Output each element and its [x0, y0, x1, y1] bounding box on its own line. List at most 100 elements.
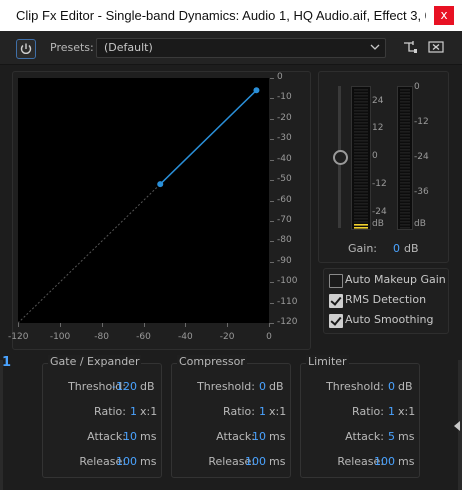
meter-segment [400, 176, 410, 178]
x-tick-mark [143, 323, 145, 327]
transfer-graph[interactable] [17, 78, 269, 324]
meter-segment [354, 218, 368, 220]
gain-tick-label: -24 [372, 207, 387, 217]
gain-value[interactable]: 0 [393, 242, 400, 255]
meter-segment [400, 146, 410, 148]
compressor-release-value[interactable]: 100 [229, 455, 266, 468]
meter-segment [354, 113, 368, 115]
curve-control-point[interactable] [253, 87, 260, 94]
meter-segment [400, 98, 410, 100]
power-button[interactable] [16, 39, 36, 59]
y-tick-label: 0 [277, 72, 283, 82]
meter-segment [354, 182, 368, 184]
gate-ratio-unit: x:1 [140, 405, 158, 418]
limiter-ratio-unit: x:1 [398, 405, 416, 418]
limiter-attack-unit: ms [398, 430, 415, 443]
meter-segment [354, 110, 368, 112]
gain-slider-handle[interactable] [333, 150, 348, 165]
meter-segment [400, 224, 410, 226]
meter-segment [354, 143, 368, 145]
meter-segment [354, 107, 368, 109]
gate-threshold-value[interactable]: -120 [100, 380, 137, 393]
meter-segment [354, 209, 368, 211]
gate-attack-value[interactable]: 10 [100, 430, 137, 443]
x-tick-label: -20 [219, 332, 235, 342]
y-tick-label: -50 [277, 174, 292, 185]
y-tick-mark [270, 180, 274, 182]
x-tick-label: -80 [94, 332, 109, 342]
meter-segment [400, 128, 410, 130]
clear-icon[interactable] [428, 40, 444, 54]
meter-segment [354, 104, 368, 106]
routing-icon[interactable] [402, 40, 418, 54]
meter-segment [354, 185, 368, 187]
gain-meter [351, 86, 371, 230]
meter-segment [354, 98, 368, 100]
meter-segment [400, 206, 410, 208]
y-tick-mark [270, 139, 274, 141]
gate-ratio-value[interactable]: 1 [100, 405, 137, 418]
y-tick-mark [270, 159, 274, 161]
curve-control-point[interactable] [157, 181, 164, 188]
meter-segment [354, 188, 368, 190]
gate-threshold-unit: dB [140, 380, 155, 393]
transfer-curve-line [159, 89, 257, 185]
gate-expander-title: Gate / Expander [48, 355, 142, 368]
gate-release-value[interactable]: 100 [100, 455, 137, 468]
meter-segment [354, 215, 368, 217]
meter-segment [354, 155, 368, 157]
y-tick-mark [270, 220, 274, 222]
meter-segment [354, 164, 368, 166]
meter-segment [400, 131, 410, 133]
meter-segment [354, 170, 368, 172]
limiter-release-value[interactable]: 100 [358, 455, 395, 468]
auto-smoothing-checkbox[interactable] [329, 314, 343, 328]
meter-segment [400, 161, 410, 163]
gate-release-unit: ms [140, 455, 157, 468]
level-tick-label: -12 [414, 117, 429, 127]
gain-tick-label: dB [372, 219, 384, 229]
auto-makeup-gain-checkbox[interactable] [329, 274, 343, 288]
compressor-threshold-value[interactable]: 0 [229, 380, 266, 393]
y-tick-label: -60 [277, 194, 292, 205]
meter-peak-segment [354, 227, 368, 229]
y-tick-mark [270, 241, 274, 243]
compressor-threshold-unit: dB [269, 380, 284, 393]
rms-detection-checkbox[interactable] [329, 294, 343, 308]
y-tick-label: -80 [277, 235, 292, 246]
meter-segment [354, 149, 368, 151]
gain-meter-segments [354, 89, 368, 229]
compressor-ratio-unit: x:1 [269, 405, 287, 418]
y-tick-mark [270, 323, 274, 324]
x-tick-mark [269, 323, 270, 327]
meter-segment [354, 203, 368, 205]
meter-segment [400, 200, 410, 202]
limiter-ratio-value[interactable]: 1 [358, 405, 395, 418]
compressor-attack-value[interactable]: 10 [229, 430, 266, 443]
transfer-curve-plot [17, 87, 260, 324]
left-edge [0, 360, 3, 490]
gain-label: Gain: [348, 242, 377, 255]
meter-segment [354, 179, 368, 181]
y-tick-label: -110 [277, 296, 298, 307]
y-tick-label: -70 [277, 214, 292, 225]
close-button[interactable]: x [434, 6, 454, 25]
meter-segment [400, 107, 410, 109]
limiter-attack-value[interactable]: 5 [358, 430, 395, 443]
x-tick-mark [101, 323, 103, 327]
y-tick-label: -40 [277, 153, 292, 164]
unity-diagonal-line [17, 183, 161, 324]
meter-segment [400, 155, 410, 157]
meter-segment [354, 146, 368, 148]
meter-segment [400, 140, 410, 142]
meter-segment [354, 152, 368, 154]
meter-segment [400, 209, 410, 211]
limiter-title: Limiter [306, 355, 349, 368]
meter-segment [400, 104, 410, 106]
presets-dropdown[interactable]: (Default) [96, 38, 386, 58]
compressor-ratio-value[interactable]: 1 [229, 405, 266, 418]
y-tick-mark [270, 118, 274, 120]
limiter-threshold-unit: dB [398, 380, 413, 393]
limiter-threshold-value[interactable]: 0 [358, 380, 395, 393]
gain-tick-label: 24 [372, 96, 384, 106]
